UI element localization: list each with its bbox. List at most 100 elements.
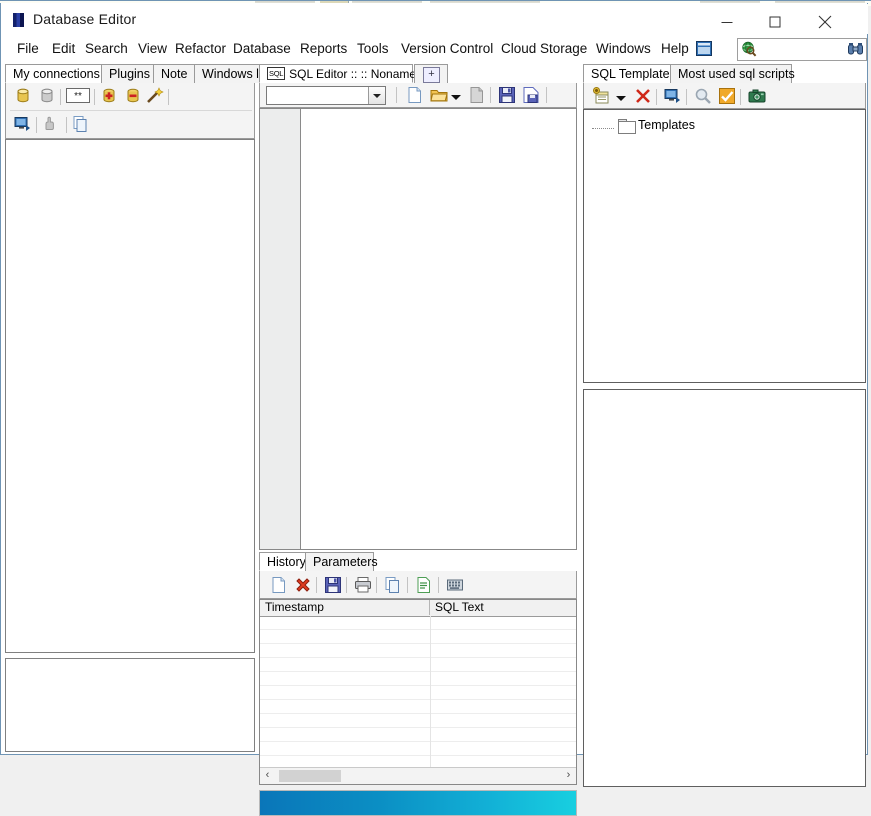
new-connection-icon[interactable]: [14, 87, 32, 105]
remove-database-icon[interactable]: [124, 87, 142, 105]
menu-help[interactable]: Help: [656, 39, 694, 58]
minimize-button[interactable]: [704, 8, 750, 36]
new-script-icon[interactable]: [406, 86, 424, 104]
tab-sql-editor-label: SQL Editor :: :: Noname: [289, 66, 417, 81]
grid-header-row: Timestamp SQL Text: [260, 600, 576, 617]
column-header-sql-text[interactable]: SQL Text: [430, 600, 576, 615]
connect-monitor-icon[interactable]: [14, 115, 32, 133]
menu-cloud-storage[interactable]: Cloud Storage: [496, 39, 592, 58]
tab-sql-editor[interactable]: SQL SQL Editor :: :: Noname ✖: [259, 64, 432, 83]
delete-red-x-icon[interactable]: [634, 87, 652, 105]
menu-reports[interactable]: Reports: [295, 39, 352, 58]
apply-check-icon[interactable]: [718, 87, 736, 105]
tab-plugins[interactable]: Plugins: [101, 64, 154, 83]
open-dropdown-arrow[interactable]: [451, 90, 461, 100]
grid-horizontal-scrollbar[interactable]: ‹ ›: [260, 767, 576, 784]
connection-select[interactable]: [266, 86, 386, 105]
table-row[interactable]: [260, 714, 576, 728]
menu-search[interactable]: Search: [80, 39, 133, 58]
tab-history[interactable]: History: [259, 552, 306, 571]
table-row[interactable]: [260, 672, 576, 686]
add-tab-icon[interactable]: +: [423, 67, 440, 83]
editor-gutter: [260, 109, 301, 549]
menu-edit[interactable]: Edit: [47, 39, 80, 58]
tree-node-label: Templates: [638, 118, 695, 132]
center-panel: SQL SQL Editor :: :: Noname ✖ +: [259, 64, 577, 816]
table-row[interactable]: [260, 644, 576, 658]
scroll-right-button[interactable]: ›: [561, 768, 576, 783]
sql-badge-icon: SQL: [267, 67, 286, 80]
grid-column-divider[interactable]: [430, 616, 431, 768]
save-as-icon[interactable]: [522, 86, 540, 104]
history-grid[interactable]: Timestamp SQL Text ‹ ›: [259, 599, 577, 785]
save-history-icon[interactable]: [324, 576, 342, 594]
menu-view[interactable]: View: [133, 39, 172, 58]
table-row[interactable]: [260, 658, 576, 672]
report-icon[interactable]: [415, 576, 433, 594]
table-row[interactable]: [260, 700, 576, 714]
grid-body[interactable]: [260, 616, 576, 770]
chevron-down-icon[interactable]: [368, 87, 385, 104]
password-icon[interactable]: **: [66, 88, 90, 103]
scroll-left-button[interactable]: ‹: [260, 768, 275, 783]
snapshot-camera-icon[interactable]: [748, 87, 766, 105]
table-row[interactable]: [260, 742, 576, 756]
window-panel-icon[interactable]: [696, 41, 712, 56]
add-template-icon[interactable]: [592, 87, 610, 105]
open-window-icon[interactable]: [664, 87, 682, 105]
table-row[interactable]: [260, 630, 576, 644]
right-panel-tabs: SQL Template Most used sql scripts: [583, 64, 866, 84]
sql-editor-toolbar: [259, 83, 577, 108]
search-input[interactable]: [760, 41, 844, 59]
maximize-button[interactable]: [752, 8, 798, 36]
scrollbar-thumb[interactable]: [279, 770, 341, 782]
template-preview-pane[interactable]: [583, 389, 866, 787]
paste-script-icon: [468, 86, 486, 104]
menu-windows[interactable]: Windows: [591, 39, 656, 58]
template-toolbar: [583, 83, 866, 109]
left-panel-toolbar: **: [5, 83, 255, 139]
close-button[interactable]: [802, 8, 848, 36]
tab-most-used-sql-scripts[interactable]: Most used sql scripts: [670, 64, 795, 83]
column-header-timestamp[interactable]: Timestamp: [260, 600, 430, 615]
print-icon[interactable]: [354, 576, 372, 594]
menu-file[interactable]: File: [12, 39, 44, 58]
connections-list[interactable]: [5, 139, 255, 653]
tab-sql-template[interactable]: SQL Template: [583, 64, 671, 83]
keyboard-grid-icon[interactable]: [446, 576, 464, 594]
tab-my-connections[interactable]: My connections: [5, 64, 102, 83]
add-database-icon[interactable]: [100, 87, 118, 105]
delete-red-x-icon[interactable]: [294, 576, 312, 594]
progress-bar: [259, 790, 577, 816]
copy-icon[interactable]: [384, 576, 402, 594]
template-tree[interactable]: Templates: [583, 109, 866, 383]
new-entry-icon[interactable]: [270, 576, 288, 594]
tab-parameters[interactable]: Parameters: [305, 552, 378, 571]
table-row[interactable]: [260, 728, 576, 742]
global-search-box[interactable]: [737, 38, 867, 61]
sql-editor-area[interactable]: [259, 108, 577, 550]
disconnected-db-icon[interactable]: [38, 87, 56, 105]
dropdown-arrow-icon[interactable]: [616, 91, 626, 101]
sql-editor-text[interactable]: [304, 111, 574, 547]
left-panel-tabs: My connections Plugins Note Windows list: [5, 64, 272, 84]
connection-details-pane[interactable]: [5, 658, 255, 752]
copy-connection-icon[interactable]: [72, 115, 90, 133]
menu-version-control[interactable]: Version Control: [396, 39, 498, 58]
tree-node-templates[interactable]: Templates: [592, 118, 695, 134]
menu-refactor[interactable]: Refactor: [170, 39, 231, 58]
binoculars-icon[interactable]: [848, 42, 863, 56]
tab-note[interactable]: Note: [153, 64, 195, 83]
save-icon[interactable]: [498, 86, 516, 104]
application-window: Database Editor File Edit Search View Re…: [0, 0, 871, 816]
history-toolbar: [259, 571, 577, 599]
table-row[interactable]: [260, 686, 576, 700]
database-icon: [13, 13, 24, 27]
wizard-wand-icon[interactable]: [146, 87, 164, 105]
open-folder-icon[interactable]: [430, 86, 448, 104]
menu-tools[interactable]: Tools: [352, 39, 394, 58]
menu-bar: File Edit Search View Refactor Database …: [4, 36, 867, 61]
table-row[interactable]: [260, 616, 576, 630]
left-sidebar: My connections Plugins Note Windows list: [5, 64, 272, 752]
menu-database[interactable]: Database: [228, 39, 296, 58]
